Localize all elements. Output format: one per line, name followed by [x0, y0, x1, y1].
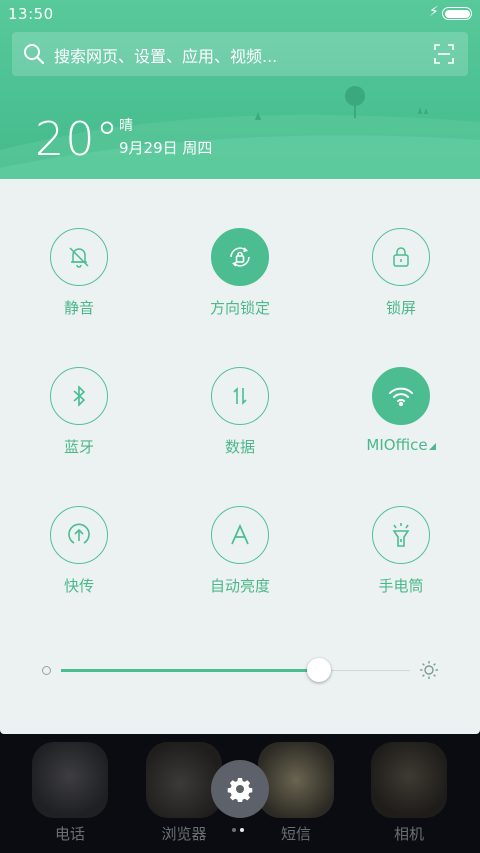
- quick-transfer-icon: [50, 506, 108, 564]
- flashlight-icon: [372, 506, 430, 564]
- toggle-label: 快传: [63, 577, 94, 595]
- rotation-lock-icon: [211, 228, 269, 286]
- app-label: 浏览器: [161, 825, 207, 843]
- app-label: 相机: [393, 825, 424, 843]
- status-bar: 13:50 ⚡: [0, 0, 480, 28]
- date: 9月29日 周四: [119, 139, 213, 157]
- toggle-mobile-data[interactable]: 数据: [180, 367, 300, 457]
- app-label: 短信: [280, 825, 311, 843]
- phone-app-icon: [32, 742, 108, 818]
- toggle-label: 手电筒: [378, 577, 424, 595]
- brightness-high-icon: [420, 661, 438, 679]
- search-icon: [24, 44, 45, 65]
- messages-app-icon: [258, 742, 334, 818]
- toggle-bluetooth[interactable]: 蓝牙: [19, 367, 139, 457]
- browser-app-icon: [146, 742, 222, 818]
- bell-muted-icon: [50, 228, 108, 286]
- page-dot: [232, 828, 236, 832]
- charging-icon: ⚡: [429, 4, 439, 20]
- dropdown-triangle-icon: [428, 443, 436, 450]
- scan-icon[interactable]: [434, 44, 454, 64]
- wifi-icon: [372, 367, 430, 425]
- toggle-auto-brightness[interactable]: 自动亮度: [180, 506, 300, 596]
- toggle-lock-screen[interactable]: 锁屏: [341, 228, 461, 318]
- app-phone[interactable]: 电话: [32, 742, 108, 844]
- toggle-label: 数据: [224, 438, 255, 456]
- toggle-label: 锁屏: [385, 299, 416, 317]
- toggle-silent[interactable]: 静音: [19, 228, 139, 318]
- toggle-label: 静音: [63, 299, 94, 317]
- home-dock: 电话 浏览器 短信 相机: [0, 734, 480, 853]
- app-label: 电话: [54, 825, 85, 843]
- wifi-network-label: MIOffice: [341, 436, 461, 454]
- page-dot: [240, 828, 244, 832]
- toggle-quick-transfer[interactable]: 快传: [19, 506, 139, 596]
- camera-app-icon: [371, 742, 447, 818]
- lock-icon: [372, 228, 430, 286]
- brightness-track[interactable]: [319, 670, 410, 671]
- bluetooth-icon: [50, 367, 108, 425]
- settings-button[interactable]: [211, 760, 269, 818]
- notification-header: 13:50 ⚡ 搜索网页、设置、应用、视频... 20° 晴 9月29日 周四: [0, 0, 480, 180]
- app-messages[interactable]: 短信: [258, 742, 334, 844]
- temperature[interactable]: 20°: [35, 112, 120, 166]
- gear-icon: [227, 778, 253, 802]
- clock: 13:50: [8, 5, 54, 23]
- mobile-data-icon: [211, 367, 269, 425]
- search-bar[interactable]: 搜索网页、设置、应用、视频...: [12, 32, 468, 76]
- search-placeholder: 搜索网页、设置、应用、视频...: [54, 47, 278, 66]
- page-indicator: [232, 828, 248, 832]
- toggle-flashlight[interactable]: 手电筒: [341, 506, 461, 596]
- toggle-label: 自动亮度: [209, 577, 270, 595]
- weather-condition: 晴: [119, 118, 133, 134]
- toggle-label: 方向锁定: [209, 299, 270, 317]
- app-camera[interactable]: 相机: [371, 742, 447, 844]
- quick-settings-panel: 静音 方向锁定 锁屏 蓝牙 数据 MIOffice 快传 自动亮度 手电筒: [0, 179, 480, 734]
- brightness-low-icon: [42, 666, 51, 675]
- toggle-rotation-lock[interactable]: 方向锁定: [180, 228, 300, 318]
- brightness-track-filled[interactable]: [61, 669, 320, 672]
- toggle-label: 蓝牙: [63, 438, 94, 456]
- brightness-slider-knob[interactable]: [307, 658, 332, 682]
- toggle-label: MIOffice: [366, 436, 428, 454]
- toggle-wifi[interactable]: MIOffice: [341, 367, 461, 454]
- battery-icon: [442, 7, 472, 20]
- auto-brightness-icon: [211, 506, 269, 564]
